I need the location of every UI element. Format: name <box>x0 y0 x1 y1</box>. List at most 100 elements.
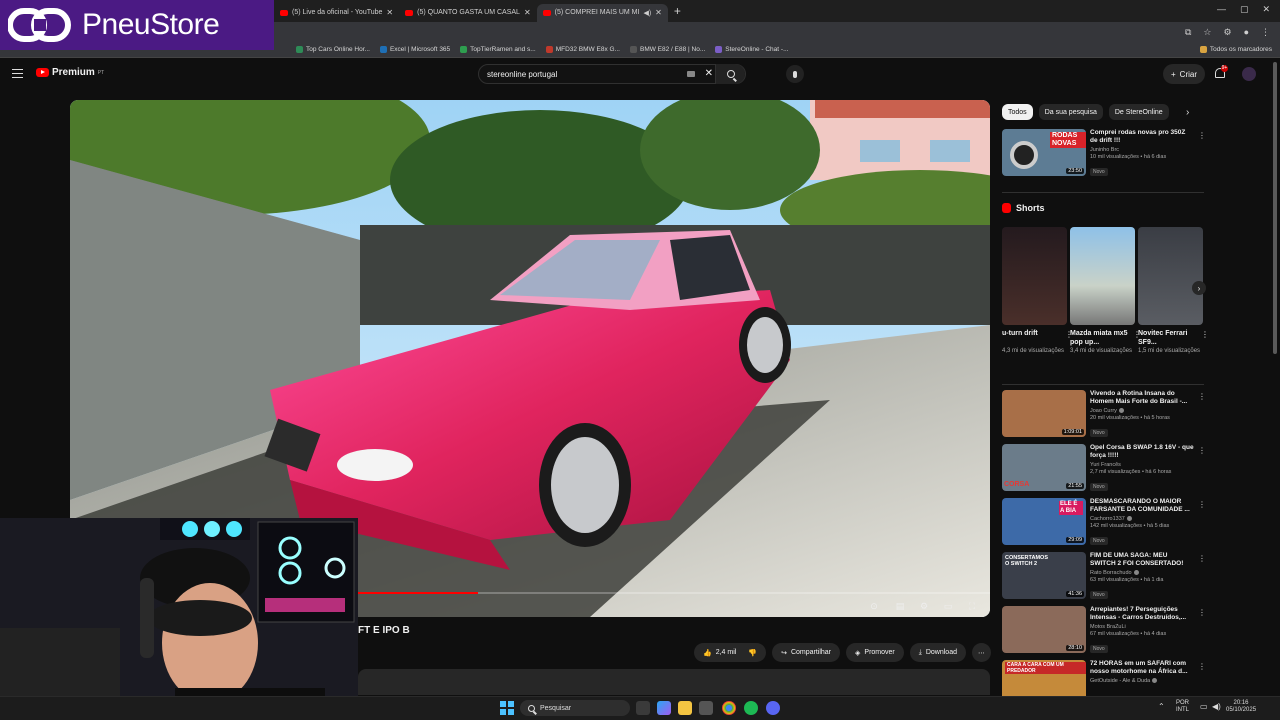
subtitles-icon[interactable]: ▤ <box>894 600 906 612</box>
video-thumbnail[interactable]: RODAS NOVAS 23:50 <box>1002 129 1086 176</box>
video-thumbnail[interactable]: ELE É A BIA 29:09 <box>1002 498 1086 545</box>
close-tab-icon[interactable]: ✕ <box>524 8 531 17</box>
video-thumbnail[interactable]: 1:09:01 <box>1002 390 1086 437</box>
bookmark-item[interactable]: TopTierRamen and s... <box>460 46 536 53</box>
video-meta: 10 mil visualizações • há 6 dias <box>1090 154 1167 160</box>
network-icon[interactable]: ▭ <box>1200 703 1208 711</box>
hamburger-menu-icon[interactable] <box>12 69 23 78</box>
clock[interactable]: 20:16 05/10/2025 <box>1226 700 1256 714</box>
video-meta: 142 mil visualizações • há 5 dias <box>1090 523 1170 529</box>
bookmark-item[interactable]: MFD32 BMW E8x G... <box>545 46 620 53</box>
more-options-icon[interactable]: ⋮ <box>1201 330 1209 339</box>
store-icon[interactable] <box>699 701 713 715</box>
description-box[interactable] <box>358 669 990 695</box>
chrome-icon[interactable] <box>722 701 736 715</box>
video-thumbnail[interactable]: 28:10 <box>1002 606 1086 653</box>
account-avatar[interactable] <box>1242 67 1256 81</box>
windows-start-icon[interactable] <box>500 701 514 715</box>
all-bookmarks-folder[interactable]: Todos os marcadores <box>1199 46 1280 53</box>
create-button[interactable]: + Criar <box>1163 64 1206 84</box>
video-meta: 2,7 mil visualizações • há 6 horas <box>1090 469 1172 475</box>
video-thumbnail[interactable]: CONSERTAMOS O SWITCH 2 41:36 <box>1002 552 1086 599</box>
file-explorer-icon[interactable] <box>678 701 692 715</box>
thumbs-down-icon[interactable]: 👎 <box>748 649 757 657</box>
short-thumbnail <box>1002 227 1067 325</box>
short-item[interactable]: Mazda miata mx5 pop up... 3,4 mi de visu… <box>1070 227 1141 355</box>
recommended-video[interactable]: CARA A CARA COM UM PREDADOR 72 HORAS em … <box>1002 660 1207 696</box>
chip-from-channel[interactable]: De StereOnline <box>1108 104 1169 120</box>
video-duration: 41:36 <box>1066 591 1084 597</box>
volume-icon[interactable]: ◀) <box>1212 703 1221 711</box>
new-tab-icon[interactable]: + <box>674 4 681 18</box>
video-actions: 👍 2,4 mil 👎 ↪ Compartilhar ◈ Promover ⤓ Downl… <box>694 643 991 662</box>
youtube-premium-logo[interactable]: Premium PT <box>36 67 104 78</box>
video-duration: 1:09:01 <box>1061 429 1084 435</box>
shorts-next-button[interactable]: › <box>1192 281 1206 295</box>
recommended-video[interactable]: CORSA 21:55 Opel Corsa B SWAP 1.8 16V - q… <box>1002 444 1207 494</box>
bookmark-star-icon[interactable]: ☆ <box>1203 27 1211 38</box>
language-indicator[interactable]: POR INTL <box>1176 700 1189 714</box>
more-options-icon[interactable]: ⋮ <box>1198 500 1206 509</box>
video-progress-bar[interactable] <box>358 592 990 594</box>
bookmark-item[interactable]: Top Cars Online Hor... <box>296 46 370 53</box>
voice-search-button[interactable] <box>786 65 804 83</box>
theater-mode-icon[interactable]: ▭ <box>942 600 954 612</box>
video-thumbnail[interactable]: CARA A CARA COM UM PREDADOR <box>1002 660 1086 696</box>
recommended-video[interactable]: CONSERTAMOS O SWITCH 2 41:36 FIM DE UMA S… <box>1002 552 1207 602</box>
more-options-icon[interactable]: ⋮ <box>1198 554 1206 563</box>
profile-icon[interactable]: ● <box>1244 27 1249 37</box>
settings-gear-icon[interactable]: ⚙ <box>918 600 930 612</box>
close-tab-icon[interactable]: ✕ <box>655 8 662 17</box>
like-button[interactable]: 👍 2,4 mil 👎 <box>694 643 767 662</box>
more-actions-button[interactable]: ⋯ <box>972 643 991 662</box>
video-thumbnail[interactable]: CORSA 21:55 <box>1002 444 1086 491</box>
search-input[interactable]: stereonline portugal ✕ <box>478 64 746 84</box>
share-button[interactable]: ↪ Compartilhar <box>772 643 841 662</box>
install-app-icon[interactable]: ⧉ <box>1185 27 1191 38</box>
recommended-video[interactable]: RODAS NOVAS 23:50 Comprei rodas novas pr… <box>1002 129 1207 179</box>
more-options-icon[interactable]: ⋮ <box>1198 662 1206 671</box>
autoplay-toggle[interactable]: ⊙ <box>866 600 882 612</box>
new-badge: Novo <box>1090 429 1108 437</box>
chip-all[interactable]: Todos <box>1002 104 1033 120</box>
browser-tab[interactable]: (5) QUANTO GASTA UM CASAL ✕ <box>399 4 537 22</box>
download-button[interactable]: ⤓ Download <box>909 643 966 662</box>
minimize-icon[interactable]: — <box>1217 4 1226 15</box>
more-options-icon[interactable]: ⋮ <box>1198 446 1206 455</box>
browser-tab[interactable]: (5) Live da oficinal - YouTube ✕ <box>274 4 399 22</box>
task-view-icon[interactable] <box>636 701 650 715</box>
search-button[interactable] <box>715 64 745 84</box>
browser-tab-active[interactable]: (5) COMPREI MAIS UM MI ◀) ✕ <box>536 3 668 22</box>
page-scrollbar[interactable] <box>1273 62 1277 354</box>
clear-search-icon[interactable]: ✕ <box>705 68 713 79</box>
bookmark-item[interactable]: BMW E82 / E88 | No... <box>629 46 705 53</box>
browser-menu-icon[interactable]: ⋮ <box>1261 27 1270 38</box>
bookmark-item[interactable]: StereOnline - Chat -... <box>715 46 789 53</box>
close-window-icon[interactable]: ✕ <box>1262 4 1270 15</box>
discord-icon[interactable] <box>766 701 780 715</box>
promote-button[interactable]: ◈ Promover <box>846 643 904 662</box>
recommended-video[interactable]: 28:10 Arrepiantes! 7 Perseguições Intens… <box>1002 606 1207 656</box>
more-options-icon[interactable]: ⋮ <box>1198 608 1206 617</box>
channel-name: Juninho Brc <box>1090 147 1120 153</box>
notifications-badge: 9+ <box>1221 65 1228 72</box>
speaker-icon[interactable]: ◀) <box>643 9 651 17</box>
extensions-icon[interactable]: ⚙ <box>1223 27 1231 38</box>
fullscreen-icon[interactable]: ⛶ <box>966 600 978 612</box>
promote-icon: ◈ <box>855 649 861 657</box>
keyboard-icon[interactable] <box>687 71 695 77</box>
spotify-icon[interactable] <box>744 701 758 715</box>
copilot-icon[interactable] <box>657 701 671 715</box>
more-options-icon[interactable]: ⋮ <box>1198 392 1206 401</box>
bookmark-item[interactable]: Excel | Microsoft 365 <box>379 46 450 53</box>
close-tab-icon[interactable]: ✕ <box>386 8 393 17</box>
maximize-icon[interactable]: ▢ <box>1240 4 1249 15</box>
tray-expand-icon[interactable]: ⌃ <box>1158 703 1165 711</box>
taskbar-search[interactable]: Pesquisar <box>520 700 630 716</box>
more-options-icon[interactable]: ⋮ <box>1198 131 1206 140</box>
short-item[interactable]: u-turn drift 4,3 mi de visualizações ⋮ <box>1002 227 1073 355</box>
recommended-video[interactable]: 1:09:01 Vivendo a Rotina Insana do Homem… <box>1002 390 1207 440</box>
recommended-video[interactable]: ELE É A BIA 29:09 DESMASCARANDO O MAIOR F… <box>1002 498 1207 548</box>
chip-from-search[interactable]: Da sua pesquisa <box>1038 104 1103 120</box>
chevron-right-icon[interactable]: › <box>1186 107 1189 118</box>
